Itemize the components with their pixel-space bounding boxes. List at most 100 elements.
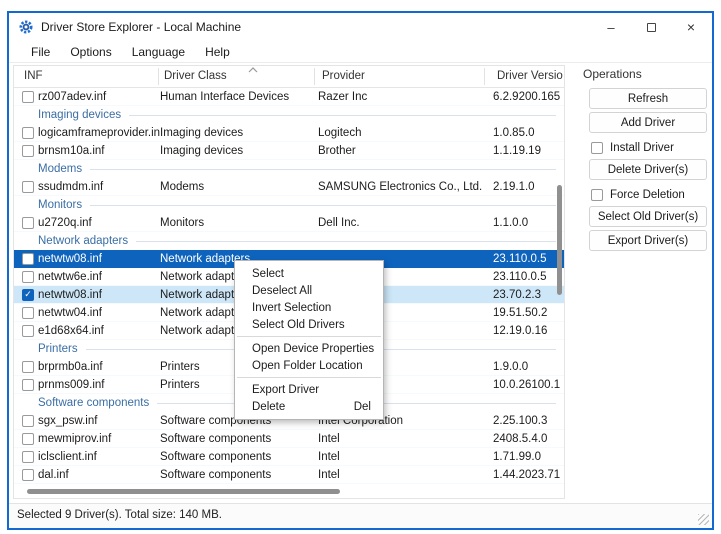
driver-class-cell: Modems: [160, 181, 318, 193]
force-deletion-checkbox[interactable]: [591, 189, 603, 201]
column-divider: [314, 68, 315, 85]
driver-class-cell: Imaging devices: [160, 127, 318, 139]
driver-class-cell: Software components: [160, 451, 318, 463]
row-checkbox[interactable]: [22, 433, 34, 445]
close-button[interactable]: ×: [671, 13, 711, 41]
provider-cell: Intel: [318, 469, 493, 481]
row-checkbox[interactable]: [22, 469, 34, 481]
version-cell: 2408.5.4.0: [493, 433, 564, 445]
row-checkbox[interactable]: [22, 361, 34, 373]
inf-cell: u2720q.inf: [34, 217, 160, 229]
menubar-item-file[interactable]: File: [21, 42, 60, 62]
row-checkbox[interactable]: [22, 217, 34, 229]
group-divider-line: [90, 169, 556, 170]
group-label: Monitors: [38, 199, 82, 211]
refresh-button[interactable]: Refresh: [589, 88, 707, 109]
menu-item-deselect-all[interactable]: Deselect All: [235, 282, 383, 299]
table-row[interactable]: rz007adev.infHuman Interface DevicesRaze…: [14, 88, 564, 106]
inf-cell: mewmiprov.inf: [34, 433, 160, 445]
row-checkbox[interactable]: ✓: [22, 289, 34, 301]
menu-item-label: Open Folder Location: [252, 360, 363, 372]
row-checkbox[interactable]: [22, 379, 34, 391]
column-header-driver-class[interactable]: Driver Class: [164, 70, 227, 82]
menu-item-label: Select: [252, 268, 284, 280]
minimize-button[interactable]: –: [591, 13, 631, 41]
menu-item-select[interactable]: Select: [235, 265, 383, 282]
version-cell: 12.19.0.16: [493, 325, 564, 337]
group-row-modems: Modems: [14, 160, 564, 178]
maximize-icon: [647, 23, 656, 32]
version-cell: 1.9.0.0: [493, 361, 564, 373]
checkbox-label: Install Driver: [610, 142, 674, 154]
resize-grip-icon[interactable]: [698, 514, 709, 525]
menubar-item-options[interactable]: Options: [60, 42, 121, 62]
inf-cell: prnms009.inf: [34, 379, 160, 391]
version-cell: 1.1.0.0: [493, 217, 564, 229]
version-cell: 6.2.9200.165: [493, 91, 564, 103]
install-driver-checkbox[interactable]: [591, 142, 603, 154]
row-checkbox[interactable]: [22, 127, 34, 139]
row-checkbox[interactable]: [22, 451, 34, 463]
table-row[interactable]: logicamframeprovider.infImaging devicesL…: [14, 124, 564, 142]
row-checkbox[interactable]: [22, 307, 34, 319]
driver-class-cell: Software components: [160, 433, 318, 445]
row-checkbox[interactable]: [22, 145, 34, 157]
row-checkbox[interactable]: [22, 181, 34, 193]
maximize-button[interactable]: [631, 13, 671, 41]
driver-class-cell: Imaging devices: [160, 145, 318, 157]
driver-class-cell: Human Interface Devices: [160, 91, 318, 103]
column-header-driver-version[interactable]: Driver Versio: [497, 70, 563, 82]
column-divider: [484, 68, 485, 85]
row-checkbox[interactable]: [22, 91, 34, 103]
title-bar: Driver Store Explorer - Local Machine – …: [9, 13, 712, 41]
version-cell: 1.71.99.0: [493, 451, 564, 463]
version-cell: 23.70.2.3: [493, 289, 564, 301]
row-checkbox[interactable]: [22, 415, 34, 427]
table-row[interactable]: dal.infSoftware componentsIntel1.44.2023…: [14, 466, 564, 484]
driver-class-cell: Software components: [160, 469, 318, 481]
provider-cell: Dell Inc.: [318, 217, 493, 229]
inf-cell: sgx_psw.inf: [34, 415, 160, 427]
column-header-inf[interactable]: INF: [24, 70, 43, 82]
inf-cell: netwtw6e.inf: [34, 271, 160, 283]
menu-item-label: Select Old Drivers: [252, 319, 345, 331]
table-row[interactable]: mewmiprov.infSoftware componentsIntel240…: [14, 430, 564, 448]
group-divider-line: [136, 241, 556, 242]
inf-cell: netwtw04.inf: [34, 307, 160, 319]
menu-item-export-driver[interactable]: Export Driver: [235, 381, 383, 398]
row-checkbox[interactable]: [22, 325, 34, 337]
table-row[interactable]: u2720q.infMonitorsDell Inc.1.1.0.0: [14, 214, 564, 232]
row-checkbox[interactable]: [22, 271, 34, 283]
context-menu: Select Deselect AllInvert Selection Select…: [234, 260, 384, 420]
version-cell: 10.0.26100.1: [493, 379, 564, 391]
status-bar: Selected 9 Driver(s). Total size: 140 MB…: [9, 503, 712, 528]
group-label: Modems: [38, 163, 82, 175]
table-row[interactable]: brnsm10a.infImaging devicesBrother1.1.19…: [14, 142, 564, 160]
row-checkbox[interactable]: [22, 253, 34, 265]
version-cell: 23.110.0.5: [493, 271, 564, 283]
version-cell: 1.1.19.19: [493, 145, 564, 157]
vertical-scrollbar[interactable]: [557, 185, 562, 295]
table-row[interactable]: iclsclient.infSoftware componentsIntel1.…: [14, 448, 564, 466]
column-header-provider[interactable]: Provider: [322, 70, 365, 82]
delete-driver-s-button[interactable]: Delete Driver(s): [589, 159, 707, 180]
menu-item-open-device-properties[interactable]: Open Device Properties: [235, 340, 383, 357]
menubar-item-help[interactable]: Help: [195, 42, 240, 62]
export-driver-s-button[interactable]: Export Driver(s): [589, 230, 707, 251]
menu-item-open-folder-location[interactable]: Open Folder Location: [235, 357, 383, 374]
menu-item-select-old-drivers[interactable]: Select Old Drivers: [235, 316, 383, 333]
inf-cell: netwtw08.inf: [34, 289, 160, 301]
menu-item-delete[interactable]: DeleteDel: [235, 398, 383, 415]
add-driver-button[interactable]: Add Driver: [589, 112, 707, 133]
list-header: INF Driver Class Provider Driver Versio: [14, 66, 564, 88]
menu-item-invert-selection[interactable]: Invert Selection: [235, 299, 383, 316]
version-cell: 23.110.0.5: [493, 253, 564, 265]
select-old-driver-s-button[interactable]: Select Old Driver(s): [589, 206, 707, 227]
force-deletion-checkbox-row: Force Deletion: [591, 188, 685, 202]
operations-title: Operations: [583, 67, 642, 81]
table-row[interactable]: ssudmdm.infModemsSAMSUNG Electronics Co.…: [14, 178, 564, 196]
horizontal-scrollbar[interactable]: [27, 489, 340, 494]
menubar-item-language[interactable]: Language: [122, 42, 195, 62]
column-divider: [158, 68, 159, 85]
provider-cell: Intel: [318, 433, 493, 445]
